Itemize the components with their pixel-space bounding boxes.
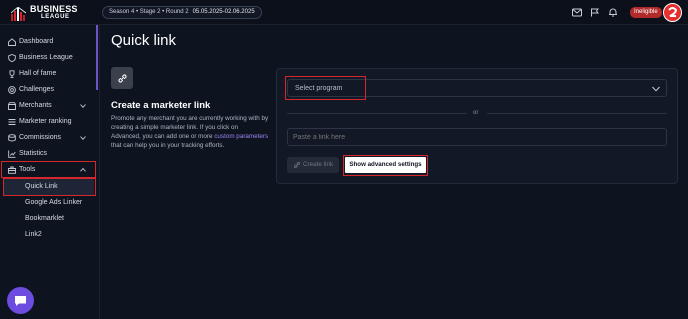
divider-line-right [487,113,667,114]
sidebar-item-hall-of-fame[interactable]: Hall of fame [0,66,96,82]
sidebar-item-bookmarklet[interactable]: Bookmarklet [0,211,96,227]
logo-bars-icon [11,7,27,21]
list-icon [8,119,16,125]
sidebar-item-label: Marketer ranking [19,118,72,125]
tools-highlight-box [1,161,96,178]
paste-link-input[interactable] [287,128,667,146]
sidebar-item-business-league[interactable]: Business League [0,50,96,66]
sidebar-item-label: Bookmarklet [25,215,64,222]
coins-icon [8,134,16,142]
create-link-button[interactable]: Create link [287,157,339,173]
custom-parameters-link[interactable]: custom parameters [214,133,268,140]
sidebar-item-google-ads-linker[interactable]: Google Ads Linker [0,195,96,211]
avatar-logo-icon [668,7,678,17]
create-link-label: Create link [303,161,334,168]
target-icon [8,86,16,94]
flag-icon[interactable] [590,8,600,17]
season-pill: Season 4 • Stage 2 • Round 2 05.05.2025-0… [102,6,262,19]
or-label: or [473,110,479,116]
season-dates: 05.05.2025-02.06.2025 [192,9,255,15]
chevron-down-icon [652,86,660,92]
sidebar-item-label: Commissions [19,134,62,141]
sidebar-item-label: Business League [19,54,73,61]
page-title: Quick link [111,32,177,49]
home-icon [8,38,16,46]
divider-line-left [287,113,467,114]
sidebar-item-label: Statistics [19,150,48,157]
sidebar-item-label: Merchants [19,102,52,109]
description-text-end: that can help you in your tracking effor… [111,142,225,149]
link-icon-tile [111,67,133,89]
chevron-down-icon [80,136,86,140]
chat-icon [15,295,26,306]
select-program-highlight-box [285,76,366,100]
business-league-logo[interactable]: BUSINESS LEAGUE [11,4,79,22]
section-description: Promote any merchant you are currently w… [111,114,269,150]
or-divider: or [287,108,667,118]
bell-icon[interactable] [608,8,618,17]
brand-sub: LEAGUE [41,14,70,20]
sidebar-item-statistics[interactable]: Statistics [0,146,96,162]
chart-icon [8,150,16,158]
store-icon [8,102,16,110]
sidebar-item-label: Hall of fame [19,70,57,77]
sidebar-item-challenges[interactable]: Challenges [0,82,96,98]
section-title: Create a marketer link [111,100,211,111]
sidebar-scroll-indicator[interactable] [96,25,98,90]
top-bar: BUSINESS LEAGUE Season 4 • Stage 2 • Rou… [0,0,688,25]
sidebar-item-commissions[interactable]: Commissions [0,130,96,146]
sidebar-item-dashboard[interactable]: Dashboard [0,34,96,50]
trophy-icon [9,70,15,78]
sidebar-item-marketer-ranking[interactable]: Marketer ranking [0,114,96,130]
link-icon [117,73,127,83]
season-label: Season 4 • Stage 2 • Round 2 [109,9,189,15]
shield-icon [8,54,16,62]
sidebar-item-label: Challenges [19,86,55,93]
advanced-settings-highlight-box [343,155,428,176]
status-badge: Ineligible [630,7,662,18]
sidebar-item-label: Google Ads Linker [25,199,83,206]
sidebar-item-merchants[interactable]: Merchants [0,98,96,114]
quick-link-highlight-box [3,178,96,196]
chat-button[interactable] [7,287,34,314]
chevron-down-icon [80,104,86,108]
sidebar-item-link2[interactable]: Link2 [0,227,96,243]
brand-name: BUSINESS [30,4,78,14]
avatar[interactable] [663,3,682,22]
link-icon [294,162,300,168]
sidebar-item-label: Link2 [25,231,42,238]
mail-icon[interactable] [572,8,582,17]
sidebar-item-label: Dashboard [19,38,54,45]
